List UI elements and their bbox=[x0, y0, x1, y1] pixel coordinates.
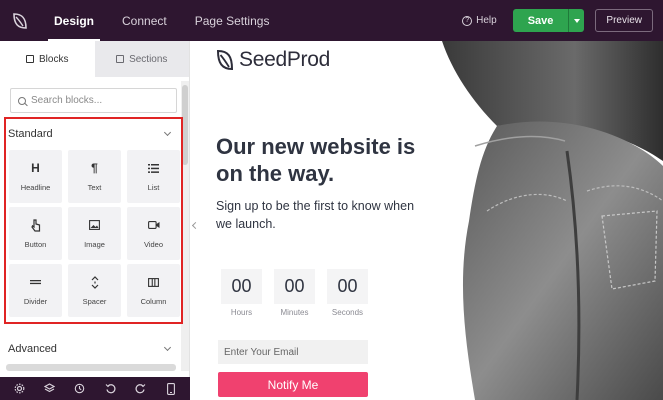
mobile-preview-icon[interactable] bbox=[165, 382, 176, 395]
hero-photo-image[interactable] bbox=[417, 41, 663, 400]
tab-page-settings[interactable]: Page Settings bbox=[181, 0, 284, 41]
settings-gear-icon[interactable] bbox=[14, 383, 25, 394]
advanced-section-title: Advanced bbox=[8, 343, 57, 355]
seedprod-leaf-icon bbox=[216, 49, 234, 71]
block-divider[interactable]: Divider bbox=[9, 264, 62, 317]
undo-icon[interactable] bbox=[105, 383, 116, 394]
preview-button[interactable]: Preview bbox=[595, 9, 653, 32]
page-headline[interactable]: Our new website is on the way. bbox=[216, 133, 436, 187]
heading-icon: H bbox=[31, 161, 40, 175]
search-placeholder: Search blocks... bbox=[31, 95, 103, 106]
countdown-value: 00 bbox=[274, 269, 315, 304]
help-button[interactable]: ? Help bbox=[462, 15, 497, 26]
block-label: Column bbox=[140, 297, 167, 306]
paragraph-icon: ¶ bbox=[91, 161, 98, 175]
tab-design[interactable]: Design bbox=[40, 0, 108, 41]
block-text[interactable]: ¶ Text bbox=[68, 150, 121, 203]
block-headline[interactable]: H Headline bbox=[9, 150, 62, 203]
sidebar-tabs: Blocks Sections bbox=[0, 41, 189, 77]
standard-section-title: Standard bbox=[8, 128, 53, 140]
email-input[interactable]: Enter Your Email bbox=[218, 340, 368, 364]
video-icon bbox=[147, 218, 160, 232]
search-icon bbox=[18, 96, 26, 105]
countdown-timer[interactable]: 00 Hours 00 Minutes 00 Seconds bbox=[221, 269, 380, 317]
countdown-hours: 00 Hours bbox=[221, 269, 262, 317]
block-column[interactable]: Column bbox=[127, 264, 180, 317]
divider-icon bbox=[30, 275, 41, 289]
layers-icon[interactable] bbox=[43, 383, 55, 394]
block-label: Text bbox=[87, 183, 102, 192]
horizontal-scrollbar[interactable] bbox=[6, 364, 176, 371]
seedprod-builder: Design Connect Page Settings ? Help Save… bbox=[0, 0, 663, 400]
block-list[interactable]: List bbox=[127, 150, 180, 203]
block-label: Spacer bbox=[82, 297, 107, 306]
save-button[interactable]: Save bbox=[512, 9, 569, 32]
block-spacer[interactable]: Spacer bbox=[68, 264, 121, 317]
countdown-value: 00 bbox=[327, 269, 368, 304]
chevron-down-icon bbox=[163, 343, 172, 352]
help-label: Help bbox=[476, 15, 497, 26]
seedprod-brand-logo[interactable]: SeedProd bbox=[216, 48, 330, 72]
block-label: Divider bbox=[23, 297, 48, 306]
notify-me-button[interactable]: Notify Me bbox=[218, 372, 368, 397]
seedprod-logo-icon[interactable] bbox=[0, 0, 40, 41]
countdown-seconds: 00 Seconds bbox=[327, 269, 368, 317]
countdown-label: Seconds bbox=[331, 308, 364, 317]
blocks-icon bbox=[26, 55, 35, 63]
tab-connect[interactable]: Connect bbox=[108, 0, 181, 41]
tab-sections[interactable]: Sections bbox=[94, 41, 189, 77]
pointer-icon bbox=[30, 218, 41, 232]
top-navigation-bar: Design Connect Page Settings ? Help Save… bbox=[0, 0, 663, 41]
block-label: Video bbox=[143, 240, 164, 249]
history-icon[interactable] bbox=[74, 383, 85, 394]
blocks-sidebar: Blocks Sections Search blocks... Standar… bbox=[0, 41, 190, 377]
spacer-icon bbox=[91, 275, 99, 289]
advanced-section-header[interactable]: Advanced bbox=[8, 340, 174, 358]
countdown-label: Minutes bbox=[280, 308, 309, 317]
page-preview-canvas[interactable]: SeedProd Our new website is on the way. … bbox=[200, 41, 663, 400]
brand-name: SeedProd bbox=[239, 48, 331, 71]
tab-blocks[interactable]: Blocks bbox=[0, 41, 95, 77]
bottom-toolbar bbox=[0, 377, 190, 400]
search-blocks-input[interactable]: Search blocks... bbox=[10, 88, 177, 113]
block-label: List bbox=[147, 183, 160, 192]
countdown-label: Hours bbox=[230, 308, 253, 317]
save-options-button[interactable] bbox=[568, 9, 585, 32]
countdown-value: 00 bbox=[221, 269, 262, 304]
collapse-sidebar-button[interactable] bbox=[190, 216, 200, 234]
redo-icon[interactable] bbox=[135, 383, 146, 394]
list-icon bbox=[148, 161, 159, 175]
tab-sections-label: Sections bbox=[129, 53, 168, 65]
block-label: Button bbox=[24, 240, 47, 249]
block-label: Image bbox=[84, 240, 105, 249]
standard-section-header[interactable]: Standard bbox=[8, 125, 174, 143]
columns-icon bbox=[148, 275, 159, 289]
tab-blocks-label: Blocks bbox=[39, 53, 69, 65]
block-image[interactable]: Image bbox=[68, 207, 121, 260]
chevron-down-icon bbox=[163, 128, 172, 137]
block-video[interactable]: Video bbox=[127, 207, 180, 260]
page-subtext[interactable]: Sign up to be the first to know when we … bbox=[216, 197, 416, 233]
chevron-left-icon bbox=[191, 221, 199, 229]
topbar-actions: ? Help Save Preview bbox=[462, 0, 653, 41]
save-button-group: Save bbox=[512, 9, 585, 32]
sections-icon bbox=[116, 55, 125, 63]
countdown-minutes: 00 Minutes bbox=[274, 269, 315, 317]
block-button[interactable]: Button bbox=[9, 207, 62, 260]
standard-blocks-grid: H Headline ¶ Text List Button Image Vide… bbox=[9, 150, 180, 317]
block-label: Headline bbox=[20, 183, 51, 192]
image-icon bbox=[89, 218, 100, 232]
caret-down-icon bbox=[573, 18, 580, 23]
help-icon: ? bbox=[462, 15, 473, 26]
